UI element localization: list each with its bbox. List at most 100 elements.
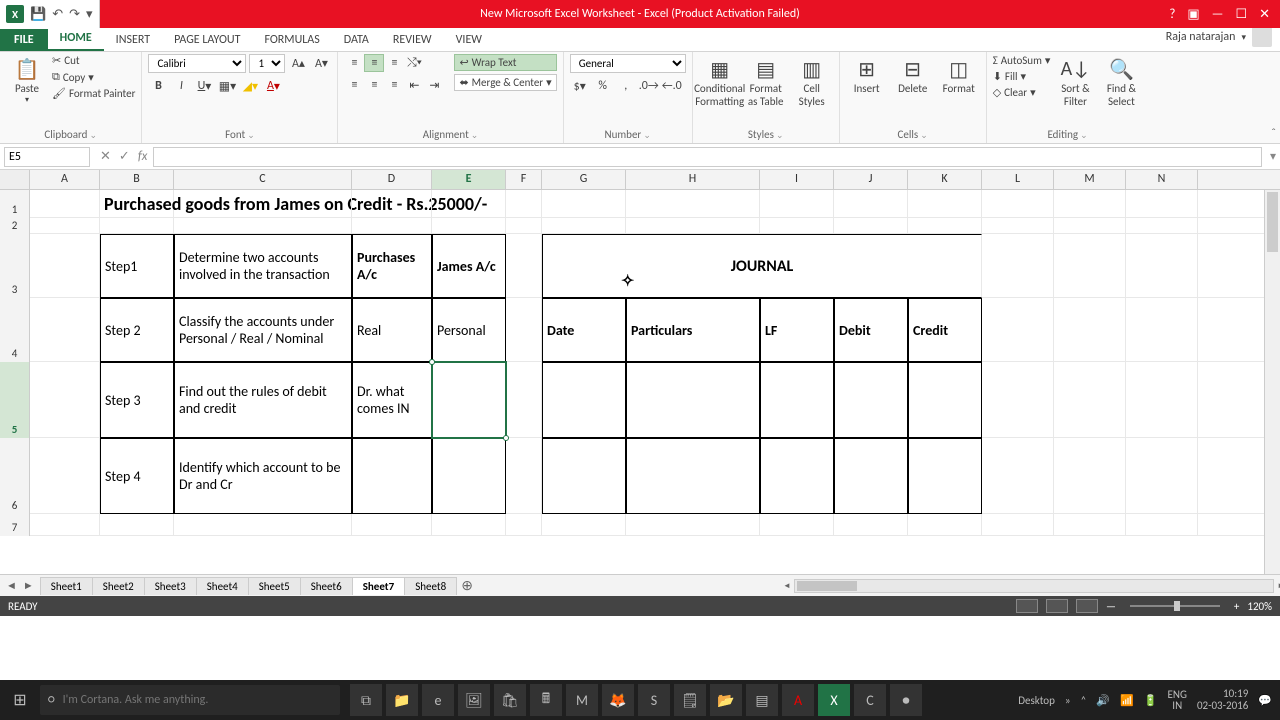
cell-L7[interactable]: [982, 514, 1054, 536]
cell-G1[interactable]: [542, 190, 626, 218]
cell-B6[interactable]: Step 4: [100, 438, 174, 514]
cell-B7[interactable]: [100, 514, 174, 536]
firefox-icon[interactable]: 🦊: [602, 684, 634, 716]
format-painter-button[interactable]: 🖌 Format Painter: [52, 87, 135, 100]
cell-E3[interactable]: James A/c: [432, 234, 506, 298]
cell-F4[interactable]: [506, 298, 542, 362]
cell-J4[interactable]: Debit: [834, 298, 908, 362]
cell-J1[interactable]: [834, 190, 908, 218]
cell-N4[interactable]: [1126, 298, 1198, 362]
copy-button[interactable]: ⧉ Copy ▾: [52, 70, 135, 84]
cell-G3[interactable]: JOURNAL✧: [542, 234, 982, 298]
cell-B2[interactable]: [100, 218, 174, 234]
language-indicator[interactable]: ENGIN: [1168, 689, 1187, 711]
cell-M5[interactable]: [1054, 362, 1126, 438]
sheet-tab-sheet1[interactable]: Sheet1: [40, 577, 93, 595]
comma-icon[interactable]: ,: [616, 77, 636, 95]
align-top-icon[interactable]: ≡: [344, 54, 364, 72]
font-color-button[interactable]: A▾: [263, 77, 283, 95]
col-header-G[interactable]: G: [542, 170, 626, 189]
cell-E2[interactable]: [432, 218, 506, 234]
cell-M4[interactable]: [1054, 298, 1126, 362]
sheet-tab-sheet5[interactable]: Sheet5: [248, 577, 301, 595]
cell-B4[interactable]: Step 2: [100, 298, 174, 362]
cell-H1[interactable]: [626, 190, 760, 218]
select-all-corner[interactable]: [0, 170, 30, 189]
cell-K6[interactable]: [908, 438, 982, 514]
collapse-ribbon-icon[interactable]: ˆ: [1271, 127, 1276, 141]
close-icon[interactable]: ✕: [1259, 7, 1270, 22]
col-header-F[interactable]: F: [506, 170, 542, 189]
calculator-icon[interactable]: 🖩: [530, 684, 562, 716]
sheet-nav-prev-icon[interactable]: ◄: [6, 579, 17, 592]
enter-formula-icon[interactable]: ✓: [119, 149, 130, 164]
show-desktop-label[interactable]: Desktop: [1018, 694, 1055, 707]
page-break-view-icon[interactable]: [1076, 599, 1098, 613]
row-header-5[interactable]: 5: [0, 362, 30, 438]
acrobat-icon[interactable]: A: [782, 684, 814, 716]
tab-review[interactable]: REVIEW: [381, 29, 444, 51]
maximize-icon[interactable]: ☐: [1235, 7, 1247, 22]
volume-icon[interactable]: 🔊: [1096, 694, 1110, 707]
cut-button[interactable]: ✂ Cut: [52, 54, 135, 67]
decrease-font-icon[interactable]: A▾: [311, 54, 331, 72]
cell-G2[interactable]: [542, 218, 626, 234]
sheet-tab-sheet6[interactable]: Sheet6: [300, 577, 353, 595]
cell-J7[interactable]: [834, 514, 908, 536]
conditional-formatting-button[interactable]: ▦Conditional Formatting: [699, 54, 741, 110]
cell-H6[interactable]: [626, 438, 760, 514]
cell-D6[interactable]: [352, 438, 432, 514]
cell-F1[interactable]: [506, 190, 542, 218]
cell-K1[interactable]: [908, 190, 982, 218]
col-header-E[interactable]: E: [432, 170, 506, 189]
minimize-icon[interactable]: —: [1212, 7, 1224, 22]
cell-I2[interactable]: [760, 218, 834, 234]
col-header-L[interactable]: L: [982, 170, 1054, 189]
cell-N2[interactable]: [1126, 218, 1198, 234]
cell-F5[interactable]: [506, 362, 542, 438]
cell-L6[interactable]: [982, 438, 1054, 514]
sheet-tab-sheet8[interactable]: Sheet8: [404, 577, 457, 595]
cell-H2[interactable]: [626, 218, 760, 234]
ribbon-options-icon[interactable]: ▣: [1187, 7, 1199, 22]
cell-M7[interactable]: [1054, 514, 1126, 536]
cell-B5[interactable]: Step 3: [100, 362, 174, 438]
cell-A3[interactable]: [30, 234, 100, 298]
accounting-icon[interactable]: $▾: [570, 77, 590, 95]
name-box[interactable]: [4, 147, 90, 167]
cell-F6[interactable]: [506, 438, 542, 514]
cell-N5[interactable]: [1126, 362, 1198, 438]
format-as-table-button[interactable]: ▤Format as Table: [745, 54, 787, 110]
excel-taskbar-icon[interactable]: X: [818, 684, 850, 716]
row-header-3[interactable]: 3: [0, 234, 30, 298]
cortana-input[interactable]: [63, 693, 332, 707]
cell-N6[interactable]: [1126, 438, 1198, 514]
cell-C5[interactable]: Find out the rules of debit and credit: [174, 362, 352, 438]
cell-L2[interactable]: [982, 218, 1054, 234]
format-cells-button[interactable]: ◫Format: [938, 54, 980, 97]
cell-K7[interactable]: [908, 514, 982, 536]
tab-data[interactable]: DATA: [332, 29, 381, 51]
cell-I5[interactable]: [760, 362, 834, 438]
cell-D1[interactable]: [352, 190, 432, 218]
autosum-button[interactable]: Σ AutoSum ▾: [993, 54, 1051, 67]
expand-formula-icon[interactable]: ▾: [1266, 149, 1280, 164]
zoom-level[interactable]: 120%: [1247, 600, 1272, 613]
help-icon[interactable]: ?: [1169, 7, 1175, 22]
cell-F2[interactable]: [506, 218, 542, 234]
font-size-select[interactable]: 11: [249, 54, 285, 73]
cell-J6[interactable]: [834, 438, 908, 514]
cancel-formula-icon[interactable]: ✕: [100, 149, 111, 164]
cell-L5[interactable]: [982, 362, 1054, 438]
sheet-tab-sheet4[interactable]: Sheet4: [196, 577, 249, 595]
cell-D7[interactable]: [352, 514, 432, 536]
align-left-icon[interactable]: ≡: [344, 76, 364, 94]
camtasia-icon[interactable]: C: [854, 684, 886, 716]
col-header-J[interactable]: J: [834, 170, 908, 189]
cell-K5[interactable]: [908, 362, 982, 438]
col-header-N[interactable]: N: [1126, 170, 1198, 189]
action-center-icon[interactable]: 💬: [1258, 694, 1272, 707]
folder2-icon[interactable]: 📂: [710, 684, 742, 716]
paste-button[interactable]: 📋Paste▾: [6, 54, 48, 107]
col-header-H[interactable]: H: [626, 170, 760, 189]
